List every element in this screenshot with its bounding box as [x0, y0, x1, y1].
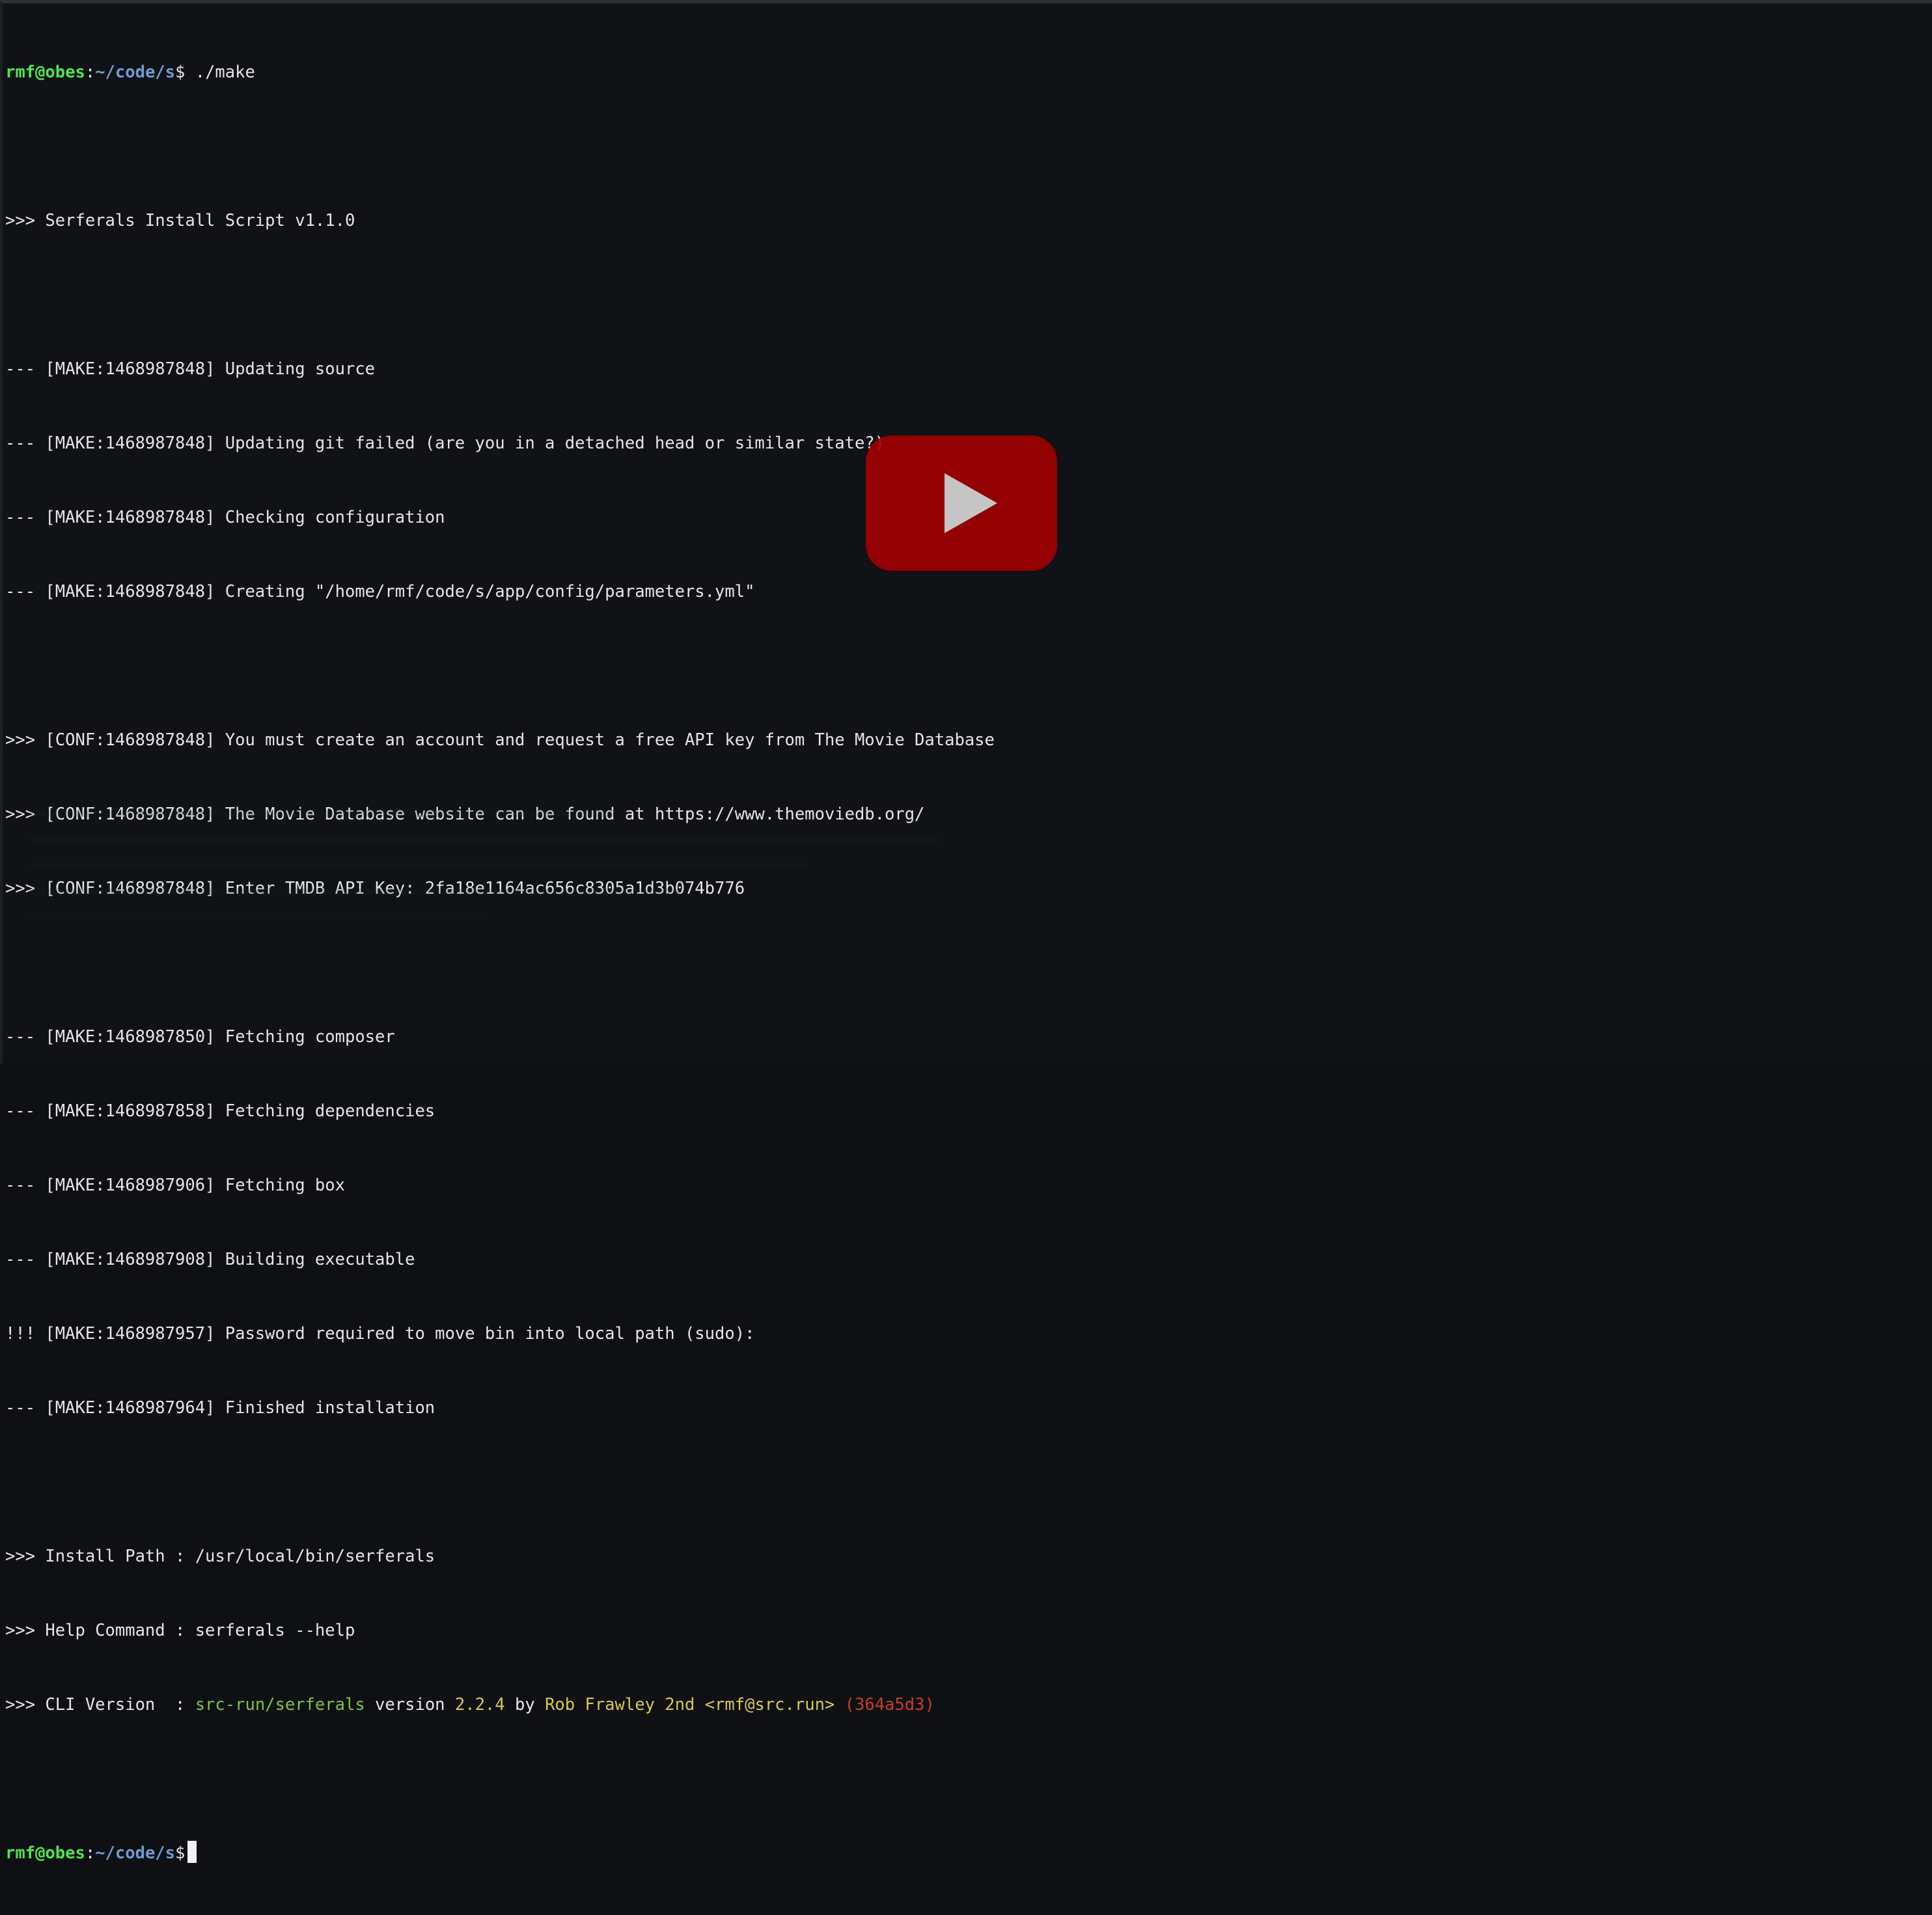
cli-version-line: >>> CLI Version : src-run/serferals vers…: [5, 1692, 995, 1717]
output-line: --- [MAKE:1468987850] Fetching composer: [5, 1027, 395, 1047]
cli-version-word: version: [365, 1695, 455, 1715]
output-line: --- [MAKE:1468987964] Finished installat…: [5, 1398, 435, 1418]
prompt-user-host: rmf@obes: [5, 62, 85, 82]
ghost-line: [29, 836, 940, 843]
output-line: >>> Help Command : serferals --help: [5, 1621, 355, 1640]
cli-hash: (364a5d3): [835, 1695, 935, 1715]
cli-version-repo: src-run/serferals: [195, 1695, 365, 1715]
video-play-button[interactable]: [866, 435, 1057, 571]
output-line: --- [MAKE:1468987848] Creating "/home/rm…: [5, 582, 755, 601]
output-line: --- [MAKE:1468987848] Updating git faile…: [5, 434, 885, 453]
output-line: !!! [MAKE:1468987957] Password required …: [5, 1324, 755, 1343]
output-line: --- [MAKE:1468987848] Checking configura…: [5, 508, 445, 527]
cli-version-number: 2.2.4: [454, 1695, 505, 1715]
cli-version-prefix: >>> CLI Version :: [5, 1695, 195, 1715]
prompt-path: ~/code/s: [95, 62, 176, 82]
prompt-user-host: rmf@obes: [5, 1843, 85, 1863]
output-line: --- [MAKE:1468987908] Building executabl…: [5, 1250, 415, 1269]
text-cursor: [187, 1841, 197, 1863]
prompt-symbol: $: [175, 62, 186, 82]
ghost-line: [29, 889, 680, 895]
output-line: --- [MAKE:1468987858] Fetching dependenc…: [5, 1101, 435, 1121]
background-ghost-text: [29, 810, 1656, 1006]
output-line: >>> [CONF:1468987848] You must create an…: [5, 730, 995, 750]
prompt-command: ./make: [185, 62, 255, 82]
prompt-symbol: $: [175, 1843, 186, 1863]
output-line: --- [MAKE:1468987848] Updating source: [5, 359, 376, 379]
prompt-line-active[interactable]: rmf@obes:~/code/s$: [5, 1841, 995, 1866]
output-line: --- [MAKE:1468987906] Fetching box: [5, 1176, 345, 1195]
play-icon: [945, 473, 997, 533]
output-line: >>> Serferals Install Script v1.1.0: [5, 211, 355, 230]
prompt-path: ~/code/s: [95, 1843, 176, 1863]
ghost-line: [29, 810, 614, 817]
prompt-line: rmf@obes:~/code/s$ ./make: [5, 62, 255, 82]
ghost-line: [29, 862, 810, 869]
terminal-window[interactable]: rmf@obes:~/code/s$ ./make >>> Serferals …: [0, 0, 1932, 1863]
ghost-line: [29, 915, 484, 921]
cli-by-word: by: [504, 1695, 545, 1715]
output-line: >>> Install Path : /usr/local/bin/serfer…: [5, 1547, 435, 1566]
cli-author: Rob Frawley 2nd <rmf@src.run>: [545, 1695, 835, 1715]
